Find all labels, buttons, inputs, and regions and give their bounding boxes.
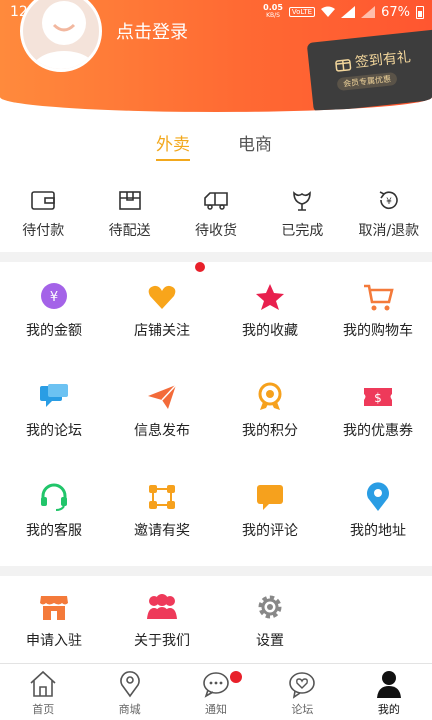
headset-icon — [41, 483, 67, 511]
order-status-row: 待付款 待配送 待收货 已完成 ¥ 取消/退款 — [0, 188, 432, 248]
menu-my-favorites[interactable]: 我的收藏 — [216, 266, 324, 366]
avatar-face-icon — [30, 1, 98, 69]
nav-notification-dot — [229, 671, 242, 683]
status-right: 0.05 KB/S VoLTE 67% — [263, 4, 424, 20]
battery-percent: 67% — [381, 4, 410, 20]
order-completed[interactable]: 已完成 — [259, 188, 345, 248]
user-icon — [376, 671, 401, 698]
battery-icon — [416, 5, 424, 19]
heart-icon — [148, 285, 176, 309]
bottom-nav: 首页 商城 通知 论坛 我的 — [0, 663, 432, 720]
package-icon — [118, 191, 141, 210]
signal-icon-2 — [361, 6, 376, 18]
menu-my-coupons[interactable]: $ 我的优惠券 — [324, 366, 432, 466]
menu-my-balance[interactable]: ¥ 我的金额 — [0, 266, 108, 366]
network-speed: 0.05 KB/S — [263, 3, 283, 20]
order-tabs: 外卖 电商 — [0, 130, 432, 164]
svg-text:$: $ — [374, 391, 382, 405]
order-cancel-refund[interactable]: ¥ 取消/退款 — [346, 188, 432, 248]
nav-mine[interactable]: 我的 — [346, 664, 432, 720]
map-icon — [119, 671, 140, 698]
chat-icon — [40, 384, 68, 407]
menu-about-us[interactable]: 关于我们 — [108, 578, 216, 662]
wifi-icon — [321, 6, 336, 17]
nav-mall[interactable]: 商城 — [86, 664, 172, 720]
checkin-subtitle: 会员专属优惠 — [336, 71, 398, 92]
svg-text:¥: ¥ — [386, 197, 392, 207]
menu-my-comments[interactable]: 我的评论 — [216, 466, 324, 566]
flower-icon — [293, 191, 312, 211]
section-divider-2 — [0, 566, 432, 576]
menu-invite-reward[interactable]: 邀请有奖 — [108, 466, 216, 566]
section-divider-1 — [0, 252, 432, 262]
star-icon — [256, 284, 284, 310]
menu-settings[interactable]: 设置 — [216, 578, 324, 662]
nav-notifications[interactable]: 通知 — [173, 664, 259, 720]
paper-plane-icon — [148, 384, 177, 409]
service-grid: ¥ 我的金额 店铺关注 我的收藏 我的购物车 我的论坛 信息发布 我的积分 $ … — [0, 266, 432, 566]
signal-icon — [341, 6, 356, 18]
menu-my-cart[interactable]: 我的购物车 — [324, 266, 432, 366]
home-icon — [30, 670, 56, 697]
notification-icon — [203, 672, 229, 698]
wallet-icon — [31, 191, 56, 210]
forum-icon — [289, 672, 316, 699]
order-pending-delivery[interactable]: 待配送 — [86, 188, 172, 248]
nav-home[interactable]: 首页 — [0, 664, 86, 720]
location-icon — [367, 482, 389, 511]
menu-customer-service[interactable]: 我的客服 — [0, 466, 108, 566]
checkin-title: 签到有礼 — [334, 46, 412, 74]
share-icon — [149, 485, 175, 509]
menu-apply-merchant[interactable]: 申请入驻 — [0, 578, 108, 662]
cart-icon — [364, 284, 394, 311]
money-icon: ¥ — [41, 283, 67, 309]
tab-dianshang[interactable]: 电商 — [238, 130, 272, 155]
coupon-icon: $ — [364, 388, 392, 406]
order-pending-receipt[interactable]: 待收货 — [173, 188, 259, 248]
medal-icon — [258, 382, 282, 410]
refund-icon: ¥ — [379, 191, 398, 210]
nav-forum[interactable]: 论坛 — [259, 664, 345, 720]
truck-icon — [204, 192, 228, 210]
gear-icon — [258, 595, 282, 619]
svg-text:¥: ¥ — [50, 290, 58, 305]
avatar[interactable] — [20, 0, 102, 72]
menu-my-forum[interactable]: 我的论坛 — [0, 366, 108, 466]
store-icon — [40, 596, 68, 620]
menu-my-address[interactable]: 我的地址 — [324, 466, 432, 566]
tab-waimai[interactable]: 外卖 — [156, 130, 190, 161]
checkin-card[interactable]: 签到有礼 会员专属优惠 — [306, 29, 432, 112]
menu-my-points[interactable]: 我的积分 — [216, 366, 324, 466]
login-link[interactable]: 点击登录 — [116, 18, 188, 44]
menu-shop-follow[interactable]: 店铺关注 — [108, 266, 216, 366]
profile-header: 12:04 0.05 KB/S VoLTE 67% 点击登录 签到有礼 会员专属… — [0, 0, 432, 112]
gift-icon — [335, 59, 352, 72]
people-icon — [147, 594, 177, 619]
volte-badge: VoLTE — [288, 7, 316, 17]
comment-icon — [257, 485, 283, 510]
service-grid-2: 申请入驻 关于我们 设置 — [0, 578, 432, 662]
order-pending-payment[interactable]: 待付款 — [0, 188, 86, 248]
menu-post-info[interactable]: 信息发布 — [108, 366, 216, 466]
